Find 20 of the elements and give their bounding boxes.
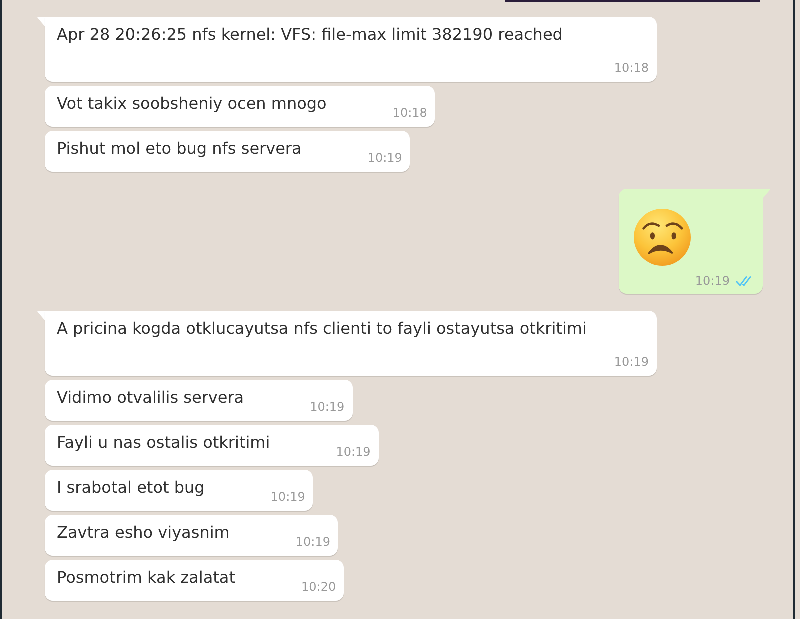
message-text: Fayli u nas ostalis otkritimi [57,432,270,454]
message-time: 10:19 [310,400,345,415]
message-text: Vidimo otvalilis servera [57,387,244,409]
message-time: 10:18 [392,106,428,121]
message-time: 10:20 [302,580,336,595]
message-text: Pishut mol eto bug nfs servera [57,138,302,160]
message-text: Vot takix soobsheniy ocen mnogo [57,93,327,115]
message-time: 10:19 [336,445,371,460]
message-time: 10:19 [614,355,649,370]
message-text: I srabotal etot bug [57,477,205,499]
message-text: Apr 28 20:26:25 nfs kernel: VFS: file-max limit 382190 reached [57,24,563,46]
message-text: A pricina kogda otklucayutsa nfs clienti to fayli ostayutsa otkritimi [57,318,587,340]
message-text: Zavtra esho viyasnim [57,522,230,544]
message-time: 10:19 [695,274,730,289]
worried-face-icon [634,209,692,266]
message-time: 10:18 [614,61,649,76]
message-time: 10:19 [368,151,402,166]
message-time: 10:19 [270,490,306,505]
message-text: Posmotrim kak zalatat [57,567,236,589]
message-time: 10:19 [296,535,330,550]
